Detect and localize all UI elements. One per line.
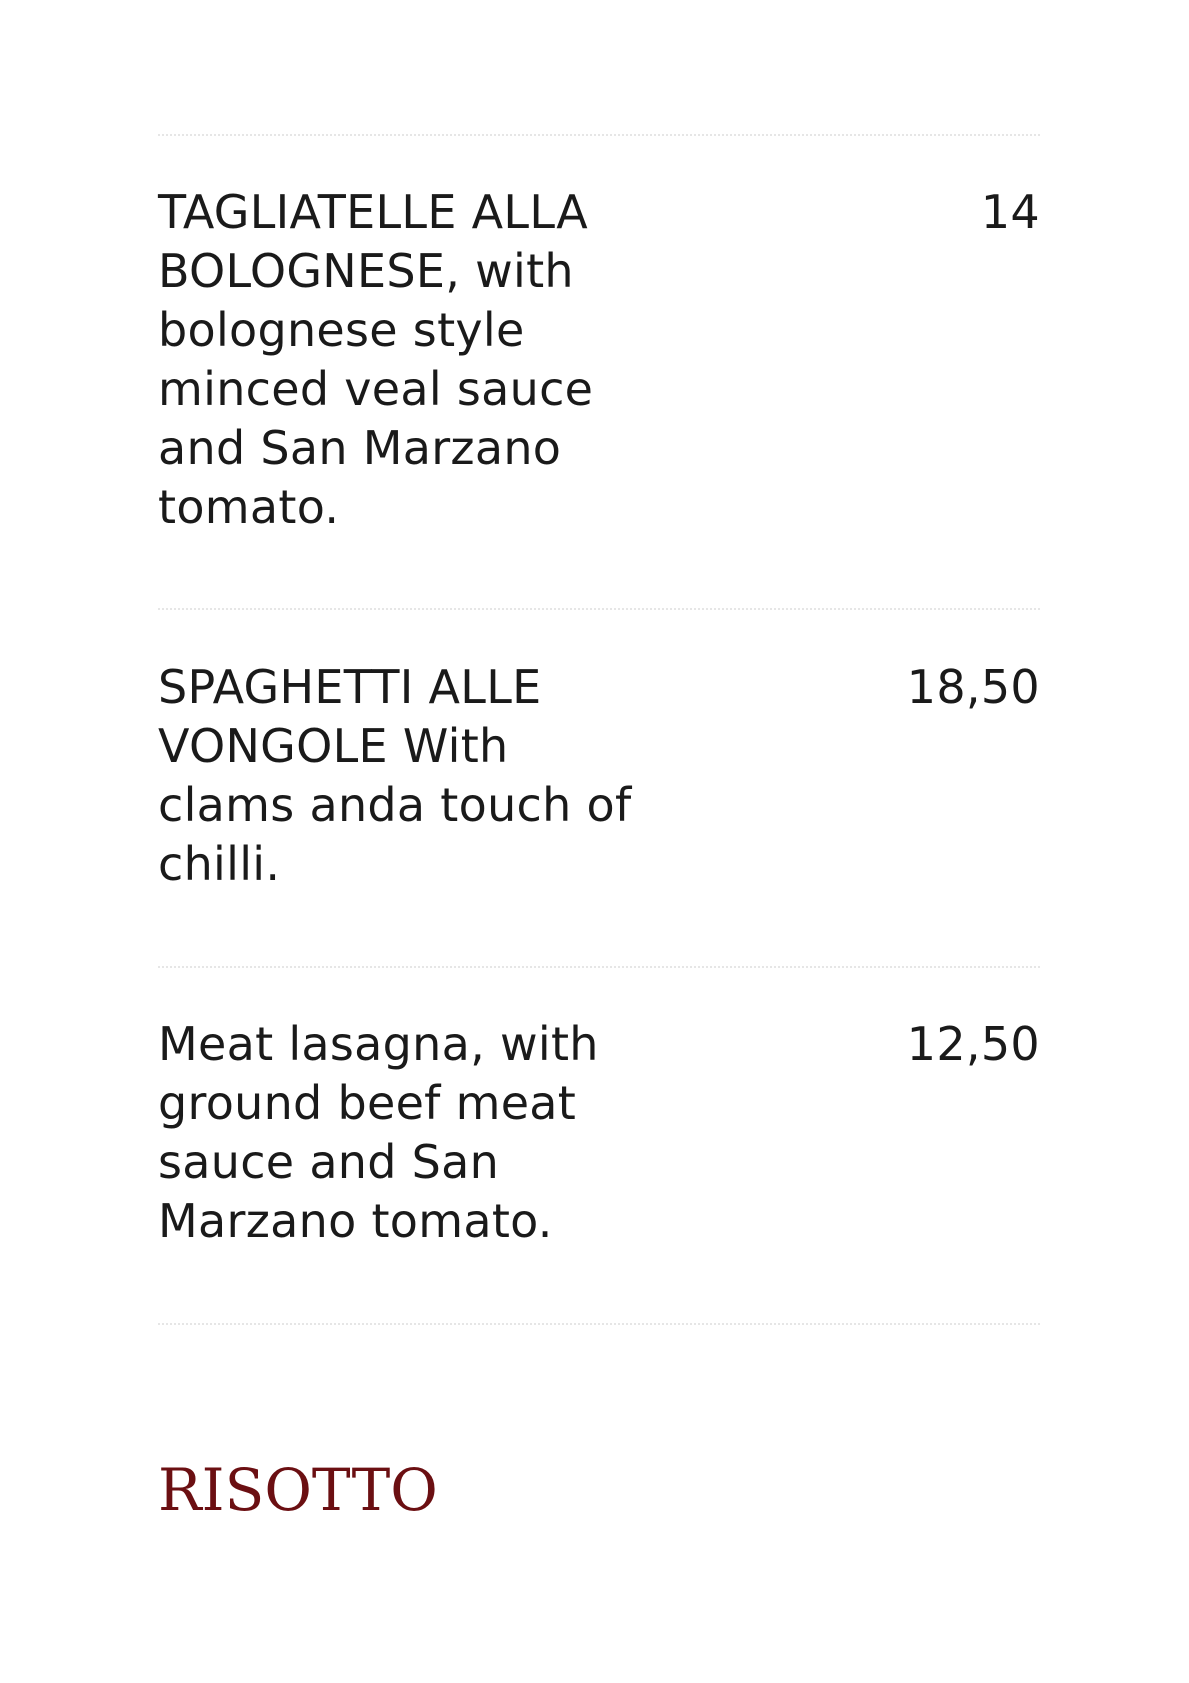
menu-item-lasagna: Meat lasagna, with ground beef meat sauc… bbox=[158, 1015, 1040, 1251]
menu-item-spaghetti: SPAGHETTI ALLE VONGOLE With clams anda t… bbox=[158, 658, 1040, 894]
section-title: RISOTTO bbox=[158, 1456, 438, 1524]
menu-item-tagliatelle: TAGLIATELLE ALLA BOLOGNESE, with bologne… bbox=[158, 183, 1040, 537]
divider bbox=[158, 1323, 1040, 1325]
menu-item-description: Meat lasagna, with ground beef meat sauc… bbox=[158, 1017, 599, 1248]
menu-item-description: TAGLIATELLE ALLA BOLOGNESE, with bologne… bbox=[158, 185, 594, 534]
menu-item-price: 18,50 bbox=[906, 660, 1040, 714]
menu-item-description: SPAGHETTI ALLE VONGOLE With clams anda t… bbox=[158, 660, 632, 891]
divider bbox=[158, 966, 1040, 968]
divider bbox=[158, 608, 1040, 610]
menu-item-price: 12,50 bbox=[906, 1017, 1040, 1071]
menu-item-price: 14 bbox=[980, 185, 1040, 239]
divider bbox=[158, 134, 1040, 136]
